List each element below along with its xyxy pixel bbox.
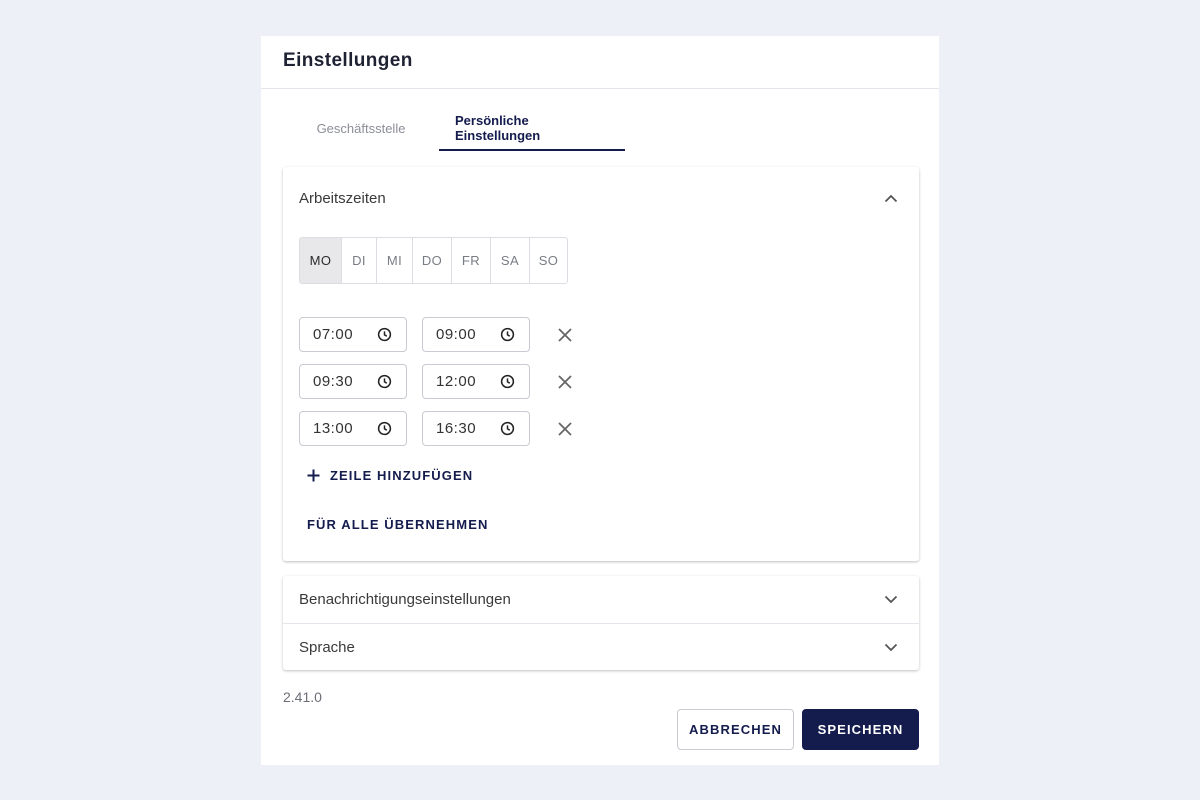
work-hours-panel: Arbeitszeiten MO DI MI DO FR SA SO 07:00…: [283, 167, 919, 561]
plus-icon: [307, 469, 320, 482]
settings-accordion: Benachrichtigungseinstellungen Sprache: [283, 576, 919, 670]
chevron-up-icon[interactable]: [883, 190, 899, 206]
end-time-value: 16:30: [436, 420, 477, 437]
start-time-input[interactable]: 09:30: [299, 364, 407, 399]
language-settings-header[interactable]: Sprache: [283, 623, 919, 670]
apply-to-all-button[interactable]: FÜR ALLE ÜBERNEHMEN: [299, 509, 496, 539]
dialog-title: Einstellungen: [283, 50, 413, 71]
language-settings-title: Sprache: [299, 638, 355, 656]
clock-icon[interactable]: [377, 421, 392, 436]
time-slots: 07:00 09:00 09:30 12:00 13:00 16:30: [299, 317, 575, 458]
start-time-value: 07:00: [313, 326, 354, 343]
day-selector: MO DI MI DO FR SA SO: [299, 237, 568, 284]
end-time-value: 09:00: [436, 326, 477, 343]
tab-bar: Geschäftsstelle Persönliche Einstellunge…: [283, 106, 625, 151]
clock-icon[interactable]: [377, 374, 392, 389]
time-slot-row: 09:30 12:00: [299, 364, 575, 399]
work-hours-title: Arbeitszeiten: [299, 189, 386, 207]
start-time-input[interactable]: 13:00: [299, 411, 407, 446]
day-do[interactable]: DO: [412, 238, 451, 283]
end-time-input[interactable]: 09:00: [422, 317, 530, 352]
notification-settings-header[interactable]: Benachrichtigungseinstellungen: [283, 576, 919, 623]
day-so[interactable]: SO: [529, 238, 567, 283]
day-mi[interactable]: MI: [376, 238, 412, 283]
chevron-down-icon[interactable]: [883, 592, 899, 608]
day-fr[interactable]: FR: [451, 238, 490, 283]
end-time-input[interactable]: 16:30: [422, 411, 530, 446]
clock-icon[interactable]: [500, 327, 515, 342]
chevron-down-icon[interactable]: [883, 639, 899, 655]
notification-settings-title: Benachrichtigungseinstellungen: [299, 591, 511, 608]
clock-icon[interactable]: [500, 421, 515, 436]
work-hours-header[interactable]: Arbeitszeiten: [283, 167, 919, 229]
close-icon[interactable]: [555, 325, 575, 345]
close-icon[interactable]: [555, 372, 575, 392]
day-sa[interactable]: SA: [490, 238, 529, 283]
tab-persoenliche-einstellungen[interactable]: Persönliche Einstellungen: [439, 106, 625, 151]
end-time-input[interactable]: 12:00: [422, 364, 530, 399]
start-time-value: 13:00: [313, 420, 354, 437]
time-slot-row: 13:00 16:30: [299, 411, 575, 446]
end-time-value: 12:00: [436, 373, 477, 390]
version-label: 2.41.0: [283, 689, 322, 705]
day-di[interactable]: DI: [341, 238, 376, 283]
clock-icon[interactable]: [377, 327, 392, 342]
save-button[interactable]: SPEICHERN: [802, 709, 919, 750]
time-slot-row: 07:00 09:00: [299, 317, 575, 352]
close-icon[interactable]: [555, 419, 575, 439]
clock-icon[interactable]: [500, 374, 515, 389]
start-time-value: 09:30: [313, 373, 354, 390]
cancel-button[interactable]: ABBRECHEN: [677, 709, 794, 750]
start-time-input[interactable]: 07:00: [299, 317, 407, 352]
add-row-label: ZEILE HINZUFÜGEN: [330, 467, 474, 483]
tab-geschaeftsstelle[interactable]: Geschäftsstelle: [283, 106, 439, 151]
dialog-header: Einstellungen: [261, 36, 939, 89]
add-row-button[interactable]: ZEILE HINZUFÜGEN: [299, 460, 481, 490]
day-mo[interactable]: MO: [300, 238, 341, 283]
settings-dialog: Einstellungen Geschäftsstelle Persönlich…: [261, 36, 939, 765]
